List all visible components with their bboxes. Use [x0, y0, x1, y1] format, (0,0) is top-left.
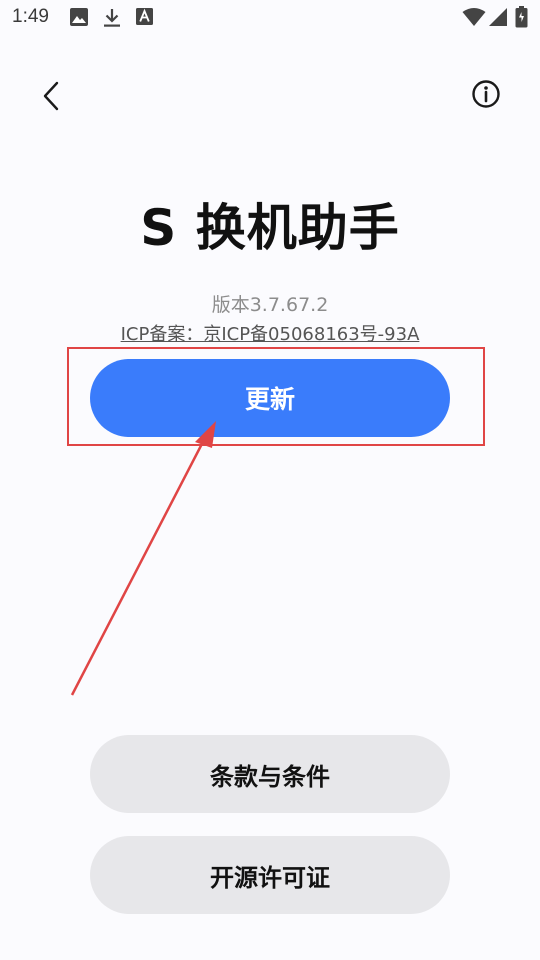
image-icon [70, 8, 88, 30]
font-icon [136, 8, 153, 29]
app-title: S 换机助手 [140, 199, 400, 257]
update-button[interactable]: 更新 [90, 359, 450, 437]
chevron-left-icon [40, 80, 64, 116]
info-icon [471, 79, 501, 113]
back-button[interactable] [30, 76, 74, 120]
info-button[interactable] [464, 74, 508, 118]
wifi-icon [462, 7, 486, 31]
license-button[interactable]: 开源许可证 [90, 836, 450, 914]
signal-icon [488, 7, 508, 31]
icp-link[interactable]: ICP备案：京ICP备05068163号-93A [0, 320, 540, 346]
version-text: 版本3.7.67.2 [211, 294, 329, 316]
download-icon [103, 8, 121, 32]
status-bar: 1:49 [0, 0, 540, 36]
terms-button[interactable]: 条款与条件 [90, 735, 450, 813]
annotation-arrow [70, 421, 216, 696]
battery-icon [515, 6, 528, 32]
status-time: 1:49 [12, 6, 49, 27]
